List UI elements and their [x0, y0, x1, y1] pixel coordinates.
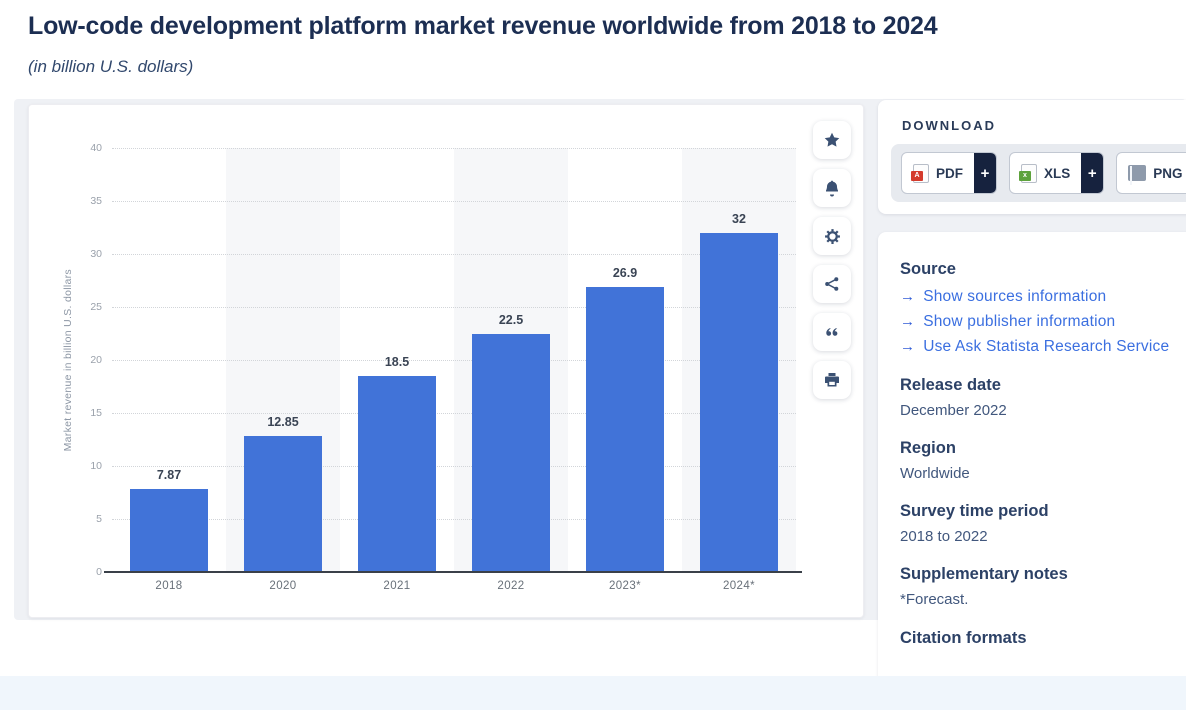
download-png-main[interactable]: PNG: [1117, 153, 1186, 193]
info-section: Supplementary notes *Forecast.: [900, 565, 1186, 608]
y-tick-label: 5: [68, 513, 102, 525]
settings-button[interactable]: [813, 217, 851, 255]
gridline: [112, 201, 796, 202]
star-icon: [824, 132, 840, 148]
png-file-icon: [1128, 165, 1146, 181]
download-button-row: A PDF + x XLS + PNG+: [891, 144, 1186, 202]
cite-button[interactable]: [813, 313, 851, 351]
info-section-value: Worldwide: [900, 465, 1186, 482]
info-section: Region Worldwide: [900, 439, 1186, 482]
arrow-right-icon: →: [900, 288, 915, 305]
info-section: Release date December 2022: [900, 376, 1186, 419]
bar-2018[interactable]: [130, 489, 208, 572]
y-tick-label: 15: [68, 407, 102, 419]
y-tick-label: 20: [68, 354, 102, 366]
pdf-file-icon: A: [913, 164, 929, 183]
x-tick-label: 2020: [226, 580, 340, 592]
x-tick-label: 2024*: [682, 580, 796, 592]
x-tick-label: 2022: [454, 580, 568, 592]
notifications-button[interactable]: [813, 169, 851, 207]
download-pdf-plus-button[interactable]: +: [974, 153, 996, 193]
bottom-strip: [0, 676, 1186, 710]
download-png-label: PNG: [1153, 166, 1182, 181]
bar-2021[interactable]: [358, 376, 436, 572]
bar-value-label: 18.5: [340, 355, 454, 369]
download-xls-plus-button[interactable]: +: [1081, 153, 1103, 193]
bar-value-label: 12.85: [226, 415, 340, 429]
print-button[interactable]: [813, 361, 851, 399]
gear-icon: [824, 228, 841, 245]
chart-card: Market revenue in billion U.S. dollars 0…: [28, 104, 864, 618]
gridline: [112, 307, 796, 308]
download-heading: DOWNLOAD: [902, 118, 1186, 133]
y-tick-label: 10: [68, 460, 102, 472]
quote-icon: [824, 324, 840, 340]
chart-action-toolbar: [813, 121, 851, 399]
bar-2022[interactable]: [472, 334, 550, 573]
x-tick-label: 2018: [112, 580, 226, 592]
source-link-label: Show publisher information: [923, 313, 1115, 331]
source-link-0[interactable]: → Show sources information: [900, 288, 1186, 306]
gridline: [112, 148, 796, 149]
bell-icon: [824, 180, 840, 197]
y-tick-label: 0: [68, 566, 102, 578]
page-title: Low-code development platform market rev…: [28, 12, 937, 41]
arrow-right-icon: →: [900, 313, 915, 330]
info-section-heading: Supplementary notes: [900, 565, 1186, 584]
bar-2020[interactable]: [244, 436, 322, 572]
download-png-button[interactable]: PNG+: [1116, 152, 1186, 194]
download-xls-main[interactable]: x XLS: [1010, 153, 1081, 193]
source-heading: Source: [900, 260, 1186, 279]
share-button[interactable]: [813, 265, 851, 303]
bar-chart-plot: 05101520253035407.87201812.85202018.5202…: [112, 148, 796, 572]
share-icon: [824, 276, 840, 292]
source-link-1[interactable]: → Show publisher information: [900, 313, 1186, 331]
y-tick-label: 40: [68, 142, 102, 154]
download-pdf-button[interactable]: A PDF +: [901, 152, 997, 194]
gridline: [112, 519, 796, 520]
x-tick-label: 2023*: [568, 580, 682, 592]
gridline: [112, 413, 796, 414]
favorite-button[interactable]: [813, 121, 851, 159]
source-link-2[interactable]: → Use Ask Statista Research Service: [900, 338, 1186, 356]
bar-2023*[interactable]: [586, 287, 664, 572]
gridline: [112, 360, 796, 361]
bar-value-label: 22.5: [454, 313, 568, 327]
x-tick-label: 2021: [340, 580, 454, 592]
download-card: DOWNLOAD A PDF + x XLS + PNG+: [878, 100, 1186, 214]
download-xls-label: XLS: [1044, 166, 1070, 181]
y-tick-label: 35: [68, 195, 102, 207]
info-section: Survey time period 2018 to 2022: [900, 502, 1186, 545]
info-section-value: 2018 to 2022: [900, 528, 1186, 545]
y-tick-label: 25: [68, 301, 102, 313]
bar-value-label: 26.9: [568, 266, 682, 280]
arrow-right-icon: →: [900, 338, 915, 355]
bar-2024*[interactable]: [700, 233, 778, 572]
bar-value-label: 32: [682, 212, 796, 226]
info-section-heading: Survey time period: [900, 502, 1186, 521]
info-section-value: *Forecast.: [900, 591, 1186, 608]
xls-file-icon: x: [1021, 164, 1037, 183]
info-card: Source → Show sources information → Show pu…: [878, 232, 1186, 710]
source-link-label: Show sources information: [923, 288, 1106, 306]
info-section-heading: Region: [900, 439, 1186, 458]
info-section-value: December 2022: [900, 402, 1186, 419]
y-tick-label: 30: [68, 248, 102, 260]
download-xls-button[interactable]: x XLS +: [1009, 152, 1104, 194]
bar-value-label: 7.87: [112, 468, 226, 482]
citation-formats-heading: Citation formats: [900, 629, 1186, 648]
download-pdf-main[interactable]: A PDF: [902, 153, 974, 193]
printer-icon: [824, 372, 840, 388]
gridline: [112, 254, 796, 255]
source-link-label: Use Ask Statista Research Service: [923, 338, 1169, 356]
page-subtitle: (in billion U.S. dollars): [28, 57, 193, 77]
info-section-heading: Release date: [900, 376, 1186, 395]
download-pdf-label: PDF: [936, 166, 963, 181]
x-axis-line: [104, 571, 802, 573]
